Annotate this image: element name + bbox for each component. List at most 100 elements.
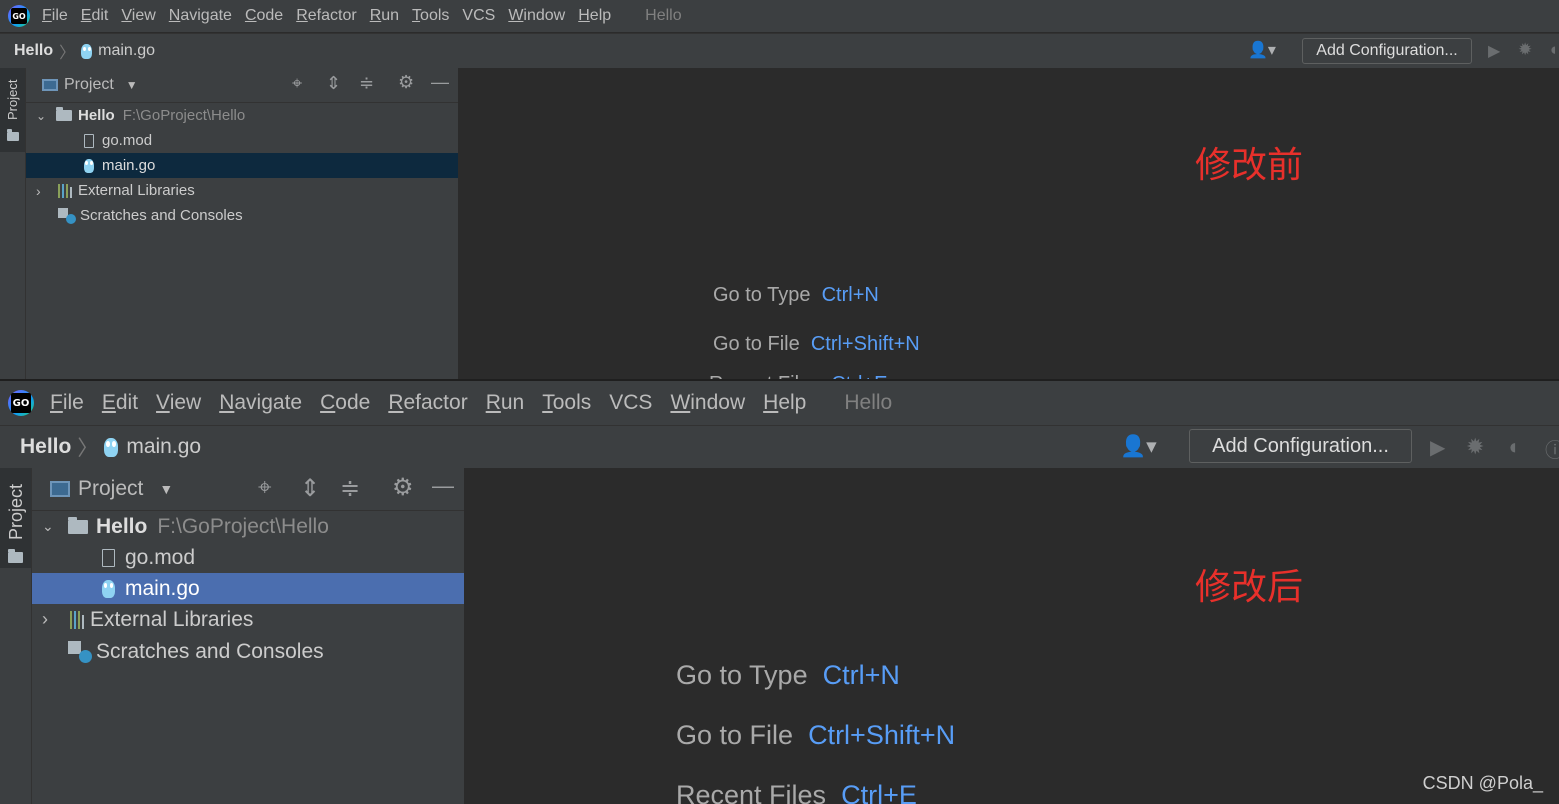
- tree-row-external-libraries[interactable]: › External Libraries: [26, 178, 458, 203]
- navigation-bar: Hello 〉 main.go 👤▾ Add Configuration... …: [0, 425, 1559, 469]
- menu-edit[interactable]: Edit: [81, 7, 109, 25]
- watermark: CSDN @Pola_: [1422, 773, 1543, 793]
- chevron-down-icon[interactable]: ⌄: [42, 518, 68, 535]
- folder-icon: [7, 129, 19, 141]
- tree-row-go-mod[interactable]: go.mod: [32, 542, 464, 573]
- collapse-all-icon[interactable]: ≑: [340, 474, 360, 503]
- tree-row-scratches[interactable]: Scratches and Consoles: [26, 203, 458, 228]
- chevron-right-icon[interactable]: ›: [36, 183, 58, 199]
- tree-root-name: Hello: [78, 107, 115, 124]
- menu-run[interactable]: Run: [486, 391, 525, 415]
- menu-window[interactable]: Window: [508, 7, 565, 25]
- menu-navigate[interactable]: Navigate: [169, 7, 232, 25]
- menu-window[interactable]: Window: [670, 391, 745, 415]
- run-icon[interactable]: ▶: [1430, 435, 1445, 460]
- tree-row-go-mod[interactable]: go.mod: [26, 128, 458, 153]
- chevron-right-icon[interactable]: ›: [42, 609, 70, 630]
- folder-icon: [56, 107, 72, 121]
- libraries-icon: [70, 610, 84, 629]
- tree-item-label: External Libraries: [90, 607, 254, 631]
- project-tool-tab[interactable]: Project: [0, 468, 31, 568]
- gear-icon[interactable]: ⚙: [398, 72, 414, 93]
- tool-window-strip: Project: [0, 468, 32, 804]
- menu-vcs[interactable]: VCS: [609, 391, 652, 415]
- window-title: Hello: [844, 391, 893, 414]
- tree-root-path: F:\GoProject\Hello: [122, 107, 246, 124]
- tree-item-label: main.go: [102, 157, 156, 174]
- libraries-icon: [58, 183, 72, 198]
- menu-refactor[interactable]: Refactor: [296, 7, 356, 25]
- expand-all-icon[interactable]: ⇕: [326, 73, 341, 94]
- tree-root-name: Hello: [96, 514, 148, 538]
- goland-logo-icon: GO: [8, 390, 34, 416]
- menu-tools[interactable]: Tools: [542, 391, 591, 415]
- menu-file[interactable]: File: [50, 391, 84, 415]
- coverage-icon[interactable]: ◖: [1548, 40, 1558, 60]
- menu-help[interactable]: Help: [763, 391, 806, 415]
- hint-recent-files: Recent Files Ctrl+E: [676, 780, 917, 804]
- menu-run[interactable]: Run: [370, 7, 399, 25]
- debug-icon[interactable]: ✹: [1466, 434, 1484, 460]
- collapse-all-icon[interactable]: ≑: [359, 73, 374, 94]
- scratches-icon: [58, 207, 76, 224]
- annotation-before: 修改前: [1195, 145, 1304, 186]
- tree-row-root[interactable]: ⌄ Hello F:\GoProject\Hello: [32, 511, 464, 542]
- folder-icon: [68, 516, 88, 534]
- user-icon[interactable]: 👤▾: [1248, 40, 1276, 60]
- tree-item-label: Scratches and Consoles: [80, 207, 243, 224]
- run-icon[interactable]: ▶: [1488, 41, 1500, 61]
- tree-item-label: go.mod: [125, 545, 196, 569]
- hint-go-to-file: Go to File Ctrl+Shift+N: [713, 333, 920, 355]
- breadcrumb-separator-icon: 〉: [77, 437, 99, 460]
- go-file-icon: [81, 43, 93, 59]
- add-configuration-button[interactable]: Add Configuration...: [1189, 429, 1412, 463]
- tree-row-scratches[interactable]: Scratches and Consoles: [32, 636, 464, 667]
- project-view-icon: [42, 79, 58, 91]
- minimize-icon[interactable]: —: [432, 473, 454, 499]
- chevron-down-icon[interactable]: ▼: [159, 481, 173, 497]
- folder-icon: [8, 549, 23, 563]
- chevron-down-icon[interactable]: ▼: [126, 78, 138, 92]
- minimize-icon[interactable]: —: [431, 72, 449, 93]
- expand-all-icon[interactable]: ⇕: [300, 474, 320, 503]
- menu-code[interactable]: Code: [245, 7, 283, 25]
- project-panel: Project ▼ ⌖ ⇕ ≑ ⚙ — ⌄ Hello F:\GoProject…: [32, 468, 464, 804]
- menu-tools[interactable]: Tools: [412, 7, 449, 25]
- coverage-icon[interactable]: ◖: [1506, 434, 1519, 460]
- tree-row-root[interactable]: ⌄ Hello F:\GoProject\Hello: [26, 103, 458, 128]
- tree-row-main-go[interactable]: main.go: [32, 573, 464, 604]
- menu-view[interactable]: View: [121, 7, 155, 25]
- project-panel-title[interactable]: Project: [64, 76, 114, 94]
- menu-code[interactable]: Code: [320, 391, 370, 415]
- menu-file[interactable]: File: [42, 7, 68, 25]
- breadcrumb-file[interactable]: main.go: [126, 435, 201, 459]
- menu-help[interactable]: Help: [578, 7, 611, 25]
- chevron-down-icon[interactable]: ⌄: [36, 109, 56, 123]
- breadcrumb-project[interactable]: Hello: [14, 42, 53, 60]
- breadcrumb-file[interactable]: main.go: [98, 42, 155, 60]
- menu-navigate[interactable]: Navigate: [219, 391, 302, 415]
- file-icon: [84, 133, 94, 148]
- locate-icon[interactable]: ⌖: [258, 474, 272, 502]
- tool-window-strip: Project: [0, 68, 26, 380]
- project-panel-header: Project ▼ ⌖ ⇕ ≑ ⚙ —: [32, 468, 464, 511]
- project-tool-tab[interactable]: Project: [0, 68, 25, 152]
- editor-area: 修改后 Go to Type Ctrl+N Go to File Ctrl+Sh…: [465, 468, 1559, 804]
- project-panel-title[interactable]: Project: [78, 477, 143, 501]
- help-icon[interactable]: ⓘ: [1545, 434, 1559, 463]
- hint-go-to-type: Go to Type Ctrl+N: [713, 284, 879, 306]
- tree-row-external-libraries[interactable]: › External Libraries: [32, 604, 464, 635]
- menu-refactor[interactable]: Refactor: [388, 391, 467, 415]
- menu-vcs[interactable]: VCS: [462, 7, 495, 25]
- gear-icon[interactable]: ⚙: [392, 473, 414, 502]
- debug-icon[interactable]: ✹: [1518, 40, 1532, 60]
- ide-window-after: GO File Edit View Navigate Code Refactor…: [0, 381, 1559, 804]
- menu-view[interactable]: View: [156, 391, 201, 415]
- add-configuration-button[interactable]: Add Configuration...: [1302, 38, 1472, 64]
- go-file-icon: [84, 158, 94, 173]
- menu-edit[interactable]: Edit: [102, 391, 138, 415]
- tree-row-main-go[interactable]: main.go: [26, 153, 458, 178]
- user-icon[interactable]: 👤▾: [1120, 434, 1157, 459]
- breadcrumb-project[interactable]: Hello: [20, 435, 71, 459]
- locate-icon[interactable]: ⌖: [292, 73, 302, 94]
